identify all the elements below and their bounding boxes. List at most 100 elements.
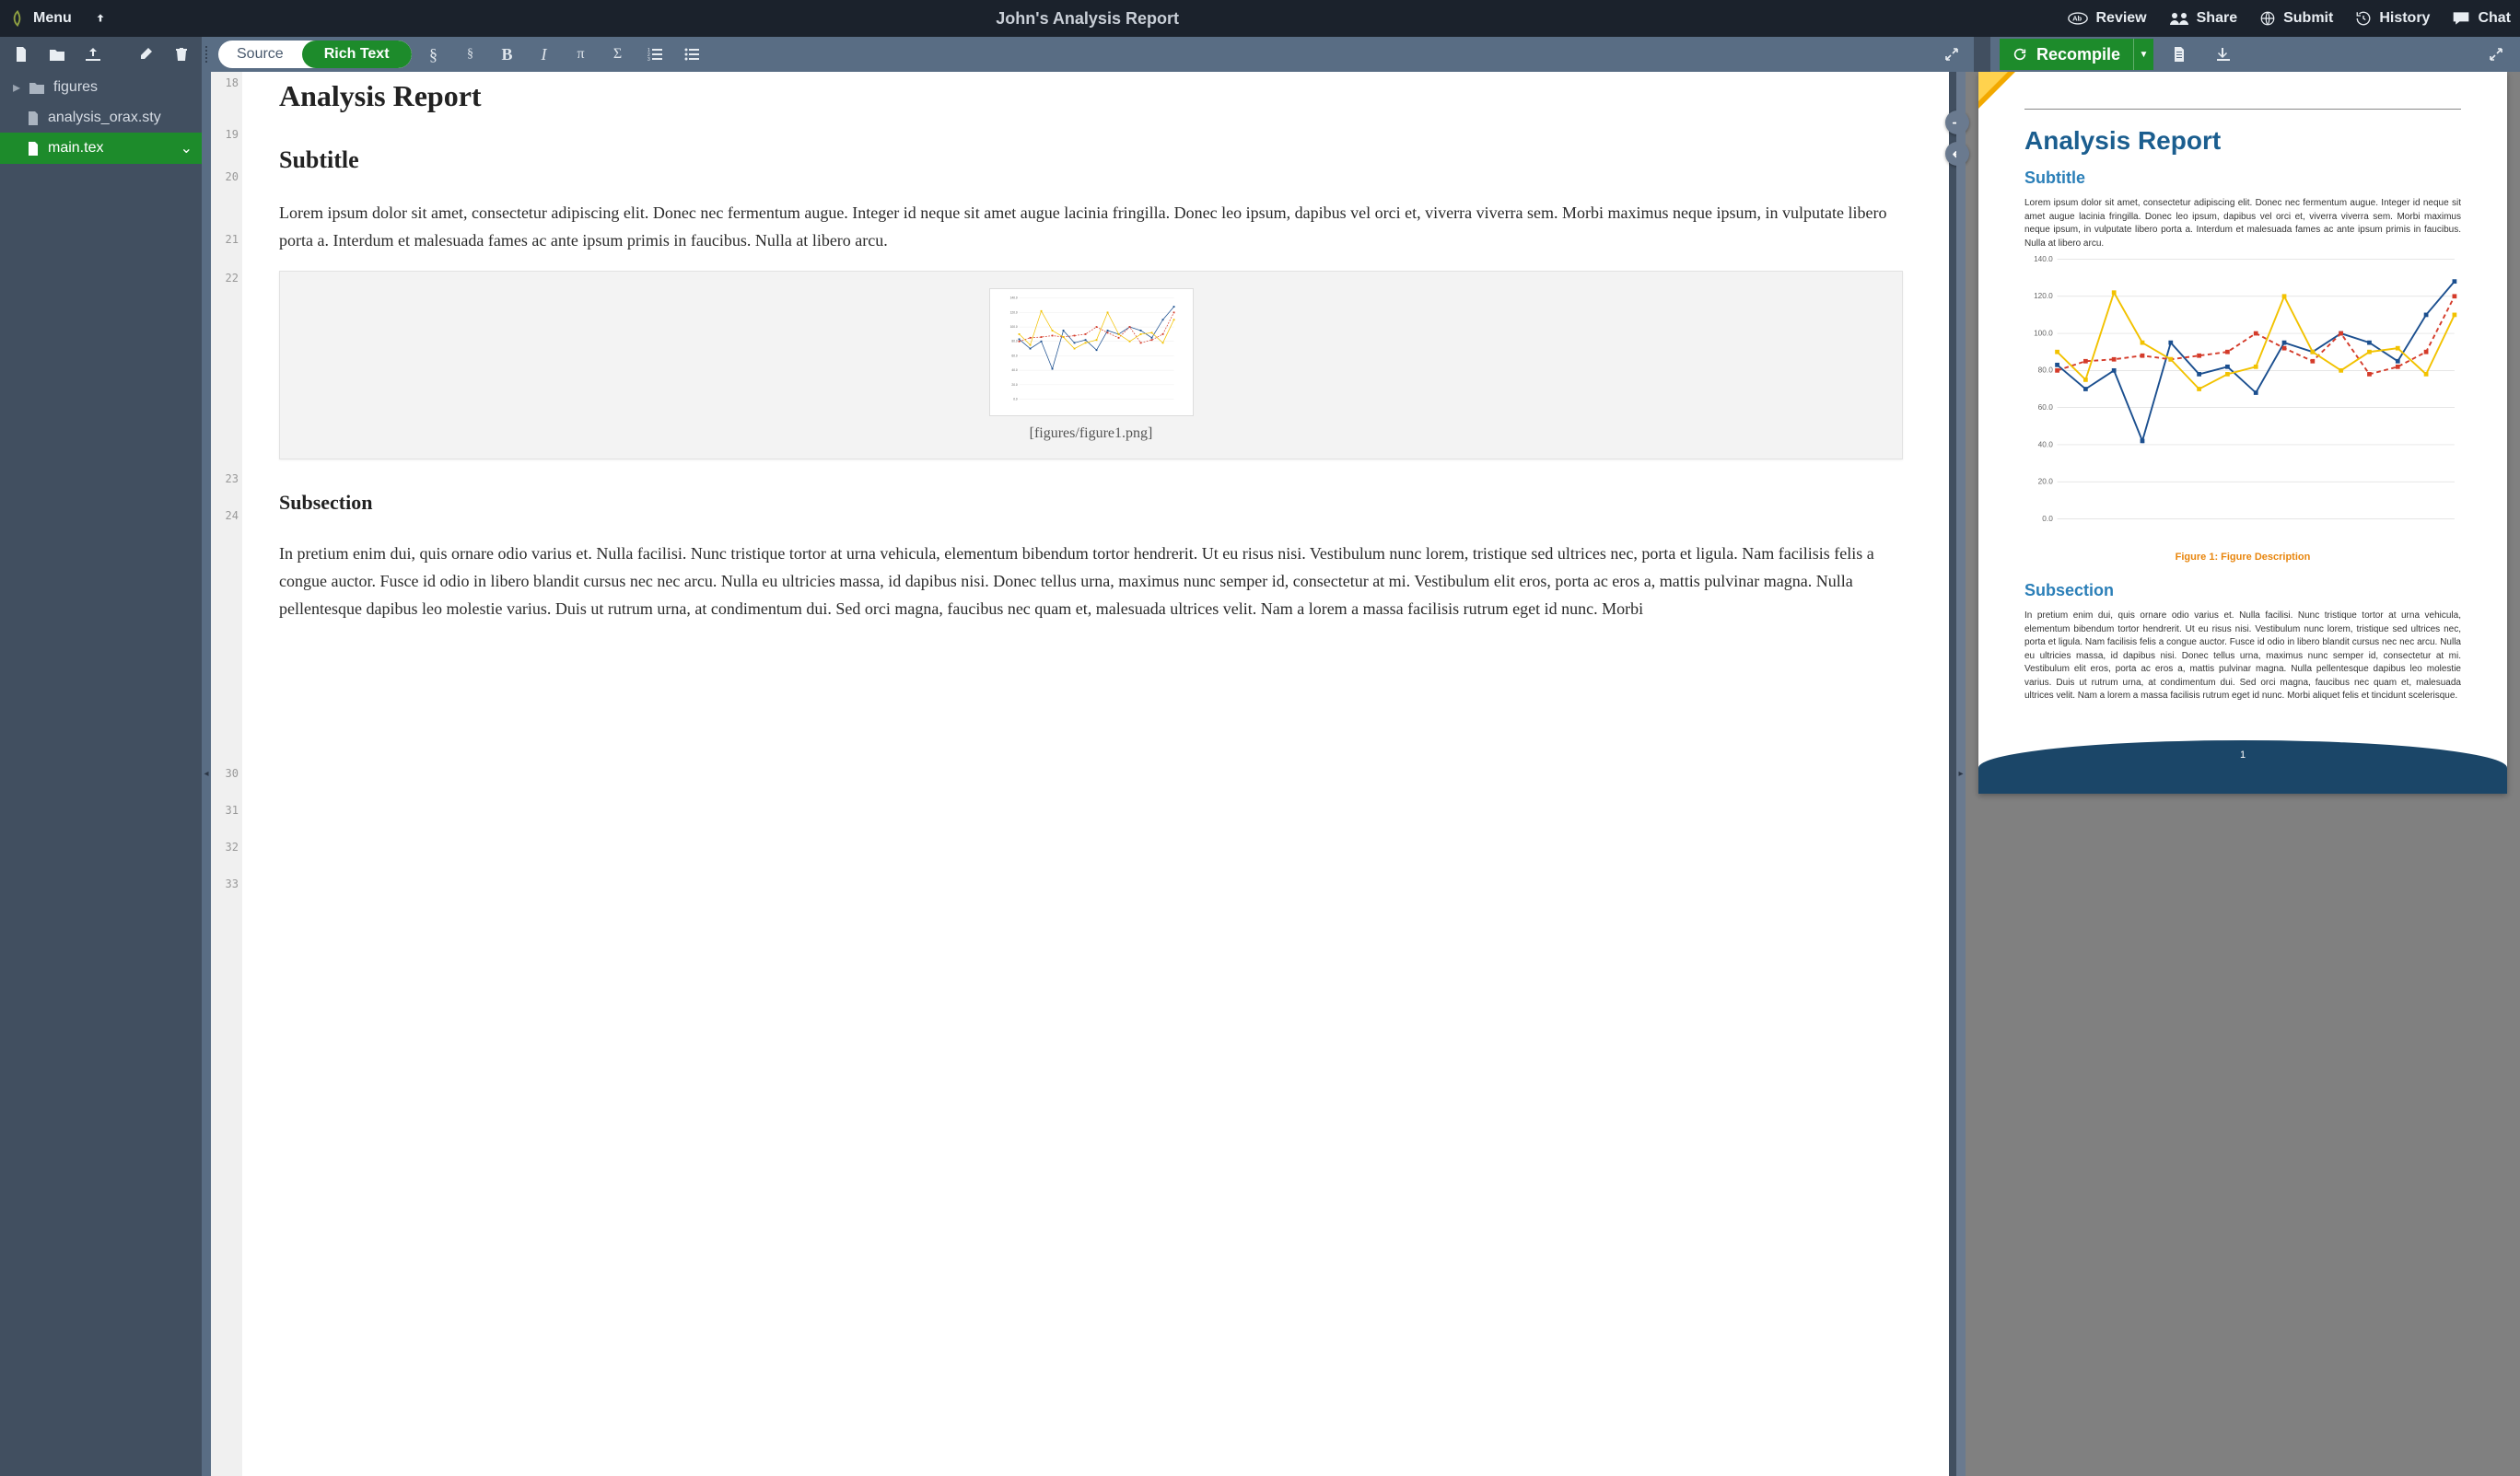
pdf-page: Analysis Report Subtitle Lorem ipsum dol… xyxy=(1978,72,2507,794)
editor-toolbar: Source Rich Text § § B I π Σ 123 xyxy=(211,37,1974,72)
download-pdf-button[interactable] xyxy=(2209,41,2238,68)
review-icon: Ab xyxy=(2068,11,2088,26)
file-label: main.tex xyxy=(48,140,103,157)
figure-thumbnail: 0.020.040.060.080.0100.0120.0140.0 xyxy=(989,288,1194,416)
section-button[interactable]: § xyxy=(419,41,449,68)
toolbar: Source Rich Text § § B I π Σ 123 Recompi… xyxy=(0,37,2520,72)
svg-text:100.0: 100.0 xyxy=(2034,328,2053,337)
review-button[interactable]: Ab Review xyxy=(2068,10,2146,27)
main-area: ▸ figures analysis_orax.sty main.tex ⌄ ◂… xyxy=(0,72,2520,1476)
rename-button[interactable] xyxy=(135,41,155,68)
pdf-subtitle: Subtitle xyxy=(2024,169,2461,188)
new-file-button[interactable] xyxy=(11,41,30,68)
history-label: History xyxy=(2379,10,2430,27)
rich-text-tab[interactable]: Rich Text xyxy=(302,41,412,68)
italic-button[interactable]: I xyxy=(530,41,559,68)
overleaf-logo-icon xyxy=(9,10,26,27)
bold-button[interactable]: B xyxy=(493,41,522,68)
submit-button[interactable]: Submit xyxy=(2259,10,2333,27)
file-toolbar xyxy=(0,37,202,72)
history-icon xyxy=(2355,10,2372,27)
file-main[interactable]: main.tex ⌄ xyxy=(0,133,202,164)
sidebar-collapse[interactable] xyxy=(202,37,211,72)
editor-content[interactable]: Analysis Report Subtitle Lorem ipsum dol… xyxy=(242,72,1949,1476)
svg-text:80.0: 80.0 xyxy=(2038,366,2054,375)
pi-button[interactable]: π xyxy=(566,41,596,68)
chat-button[interactable]: Chat xyxy=(2452,10,2511,27)
editor-expand-button[interactable] xyxy=(1937,41,1966,68)
folder-label: figures xyxy=(53,79,98,96)
pdf-title: Analysis Report xyxy=(2024,109,2461,156)
page-number: 1 xyxy=(2240,750,2246,761)
sidebar-edge[interactable]: ◂ xyxy=(202,72,211,1476)
subsection-heading: Subsection xyxy=(279,491,1903,515)
svg-text:Ab: Ab xyxy=(2073,15,2082,23)
menu-button[interactable]: Menu xyxy=(9,10,72,27)
history-button[interactable]: History xyxy=(2355,10,2430,27)
chevron-down-icon: ⌄ xyxy=(181,139,192,157)
new-folder-button[interactable] xyxy=(47,41,66,68)
refresh-icon xyxy=(2012,47,2027,62)
pdf-figure-caption: Figure 1: Figure Description xyxy=(2024,552,2461,563)
doc-subtitle: Subtitle xyxy=(279,146,1903,174)
top-header: Menu John's Analysis Report Ab Review Sh… xyxy=(0,0,2520,37)
svg-text:140.0: 140.0 xyxy=(2034,254,2053,263)
pdf-chart: 0.020.040.060.080.0100.0120.0140.0 xyxy=(2024,250,2461,534)
svg-text:40.0: 40.0 xyxy=(2038,439,2054,448)
subsection-button[interactable]: § xyxy=(456,41,485,68)
pdf-preview[interactable]: Analysis Report Subtitle Lorem ipsum dol… xyxy=(1966,72,2520,1476)
figure-placeholder: 0.020.040.060.080.0100.0120.0140.0 [figu… xyxy=(279,271,1903,459)
svg-text:140.0: 140.0 xyxy=(1009,296,1017,300)
delete-button[interactable] xyxy=(171,41,191,68)
file-label: analysis_orax.sty xyxy=(48,110,161,126)
recompile-dropdown[interactable]: ▼ xyxy=(2133,39,2153,70)
source-tab[interactable]: Source xyxy=(218,41,302,68)
numbered-list-button[interactable]: 123 xyxy=(640,41,670,68)
arrow-up-icon xyxy=(94,12,107,25)
chat-label: Chat xyxy=(2478,10,2511,27)
menu-label: Menu xyxy=(33,10,72,27)
share-icon xyxy=(2169,11,2189,26)
share-label: Share xyxy=(2197,10,2237,27)
pane-divider[interactable]: ➜ ➜ ▸ xyxy=(1949,72,1966,1476)
paragraph-2: In pretium enim dui, quis ornare odio va… xyxy=(279,540,1903,622)
file-tree: ▸ figures analysis_orax.sty main.tex ⌄ xyxy=(0,72,202,1476)
svg-text:120.0: 120.0 xyxy=(1009,311,1017,315)
svg-text:60.0: 60.0 xyxy=(2038,402,2054,412)
svg-text:0.0: 0.0 xyxy=(2042,514,2053,523)
svg-text:60.0: 60.0 xyxy=(1011,354,1017,358)
review-label: Review xyxy=(2095,10,2146,27)
svg-text:120.0: 120.0 xyxy=(2034,291,2053,300)
submit-label: Submit xyxy=(2283,10,2333,27)
folder-figures[interactable]: ▸ figures xyxy=(0,72,202,103)
project-title: John's Analysis Report xyxy=(107,9,2069,29)
svg-text:3: 3 xyxy=(648,57,650,61)
file-icon xyxy=(28,111,39,125)
recompile-label: Recompile xyxy=(2036,45,2120,64)
figure-caption: [figures/figure1.png] xyxy=(297,425,1885,442)
pdf-para1: Lorem ipsum dolor sit amet, consectetur … xyxy=(2024,197,2461,250)
logs-button[interactable] xyxy=(2164,41,2194,68)
pdf-para2: In pretium enim dui, quis ornare odio va… xyxy=(2024,610,2461,703)
bullet-list-button[interactable] xyxy=(677,41,706,68)
chevron-right-icon: ▸ xyxy=(13,78,20,97)
file-sty[interactable]: analysis_orax.sty xyxy=(0,103,202,133)
share-button[interactable]: Share xyxy=(2169,10,2237,27)
svg-text:20.0: 20.0 xyxy=(1011,383,1017,387)
pdf-expand-button[interactable] xyxy=(2481,41,2511,68)
pdf-footer: 1 xyxy=(1978,740,2507,794)
recompile-button[interactable]: Recompile xyxy=(2000,39,2133,70)
folder-icon xyxy=(29,81,44,94)
editor-pane: 1819202122232430313233 Analysis Report S… xyxy=(211,72,1949,1476)
file-icon xyxy=(28,142,39,156)
doc-title: Analysis Report xyxy=(279,79,1903,113)
preview-edge[interactable]: ▸ xyxy=(1956,72,1966,1476)
upload-button[interactable] xyxy=(83,41,102,68)
pdf-subsection: Subsection xyxy=(2024,581,2461,600)
pane-divider-top[interactable] xyxy=(1974,37,1990,72)
svg-text:0.0: 0.0 xyxy=(1013,398,1018,401)
line-number-gutter: 1819202122232430313233 xyxy=(211,72,242,1476)
svg-text:80.0: 80.0 xyxy=(1011,340,1017,343)
up-button[interactable] xyxy=(94,12,107,25)
sigma-button[interactable]: Σ xyxy=(603,41,633,68)
